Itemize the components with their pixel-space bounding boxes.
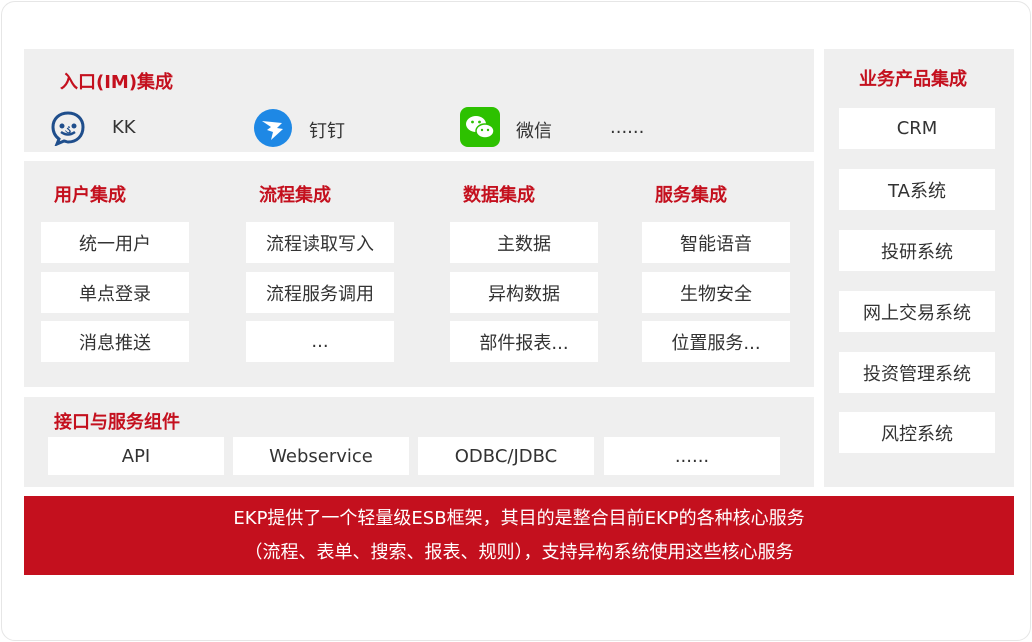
- user-item-sso: 单点登录: [41, 272, 189, 313]
- process-integration-title: 流程集成: [259, 185, 331, 206]
- business-item-ta: TA系统: [839, 169, 995, 210]
- im-integration-panel: [24, 49, 814, 152]
- business-item-online-trading: 网上交易系统: [839, 291, 995, 332]
- interface-item-more: ......: [604, 437, 780, 475]
- process-item-service-call: 流程服务调用: [246, 272, 394, 313]
- business-integration-title: 业务产品集成: [859, 69, 967, 90]
- data-item-master-data: 主数据: [450, 222, 598, 263]
- data-item-heterogeneous: 异构数据: [450, 272, 598, 313]
- service-integration-title: 服务集成: [655, 185, 727, 206]
- business-item-research: 投研系统: [839, 230, 995, 271]
- data-item-reports: 部件报表...: [450, 321, 598, 362]
- im-item-dingtalk-label: 钉钉: [309, 121, 345, 142]
- business-item-investment-mgmt: 投资管理系统: [839, 352, 995, 393]
- user-item-unified-user: 统一用户: [41, 222, 189, 263]
- service-item-location: 位置服务...: [642, 321, 790, 362]
- banner-line-1: EKP提供了一个轻量级ESB框架，其目的是整合目前EKP的各种核心服务: [233, 508, 805, 529]
- user-integration-title: 用户集成: [54, 185, 126, 206]
- user-item-message-push: 消息推送: [41, 321, 189, 362]
- esb-description-banner: EKP提供了一个轻量级ESB框架，其目的是整合目前EKP的各种核心服务 （流程、…: [24, 496, 1014, 575]
- process-item-more: ...: [246, 321, 394, 362]
- interface-item-webservice: Webservice: [233, 437, 409, 475]
- kk-logo-icon: ડ: [51, 111, 85, 146]
- wechat-logo-icon: [460, 107, 500, 147]
- business-item-crm: CRM: [839, 108, 995, 149]
- im-item-wechat-label: 微信: [516, 121, 552, 142]
- data-integration-title: 数据集成: [463, 185, 535, 206]
- banner-line-2: （流程、表单、搜索、报表、规则），支持异构系统使用这些核心服务: [244, 542, 794, 563]
- dingtalk-logo-icon: [254, 109, 292, 147]
- interface-title: 接口与服务组件: [54, 412, 180, 433]
- business-item-risk-control: 风控系统: [839, 412, 995, 453]
- im-item-more-label: ......: [610, 117, 645, 138]
- im-integration-title: 入口(IM)集成: [60, 72, 174, 93]
- service-item-voice: 智能语音: [642, 222, 790, 263]
- service-item-biometric: 生物安全: [642, 272, 790, 313]
- process-item-read-write: 流程读取写入: [246, 222, 394, 263]
- interface-item-api: API: [48, 437, 224, 475]
- im-item-kk-label: KK: [112, 117, 136, 138]
- interface-item-odbc-jdbc: ODBC/JDBC: [418, 437, 594, 475]
